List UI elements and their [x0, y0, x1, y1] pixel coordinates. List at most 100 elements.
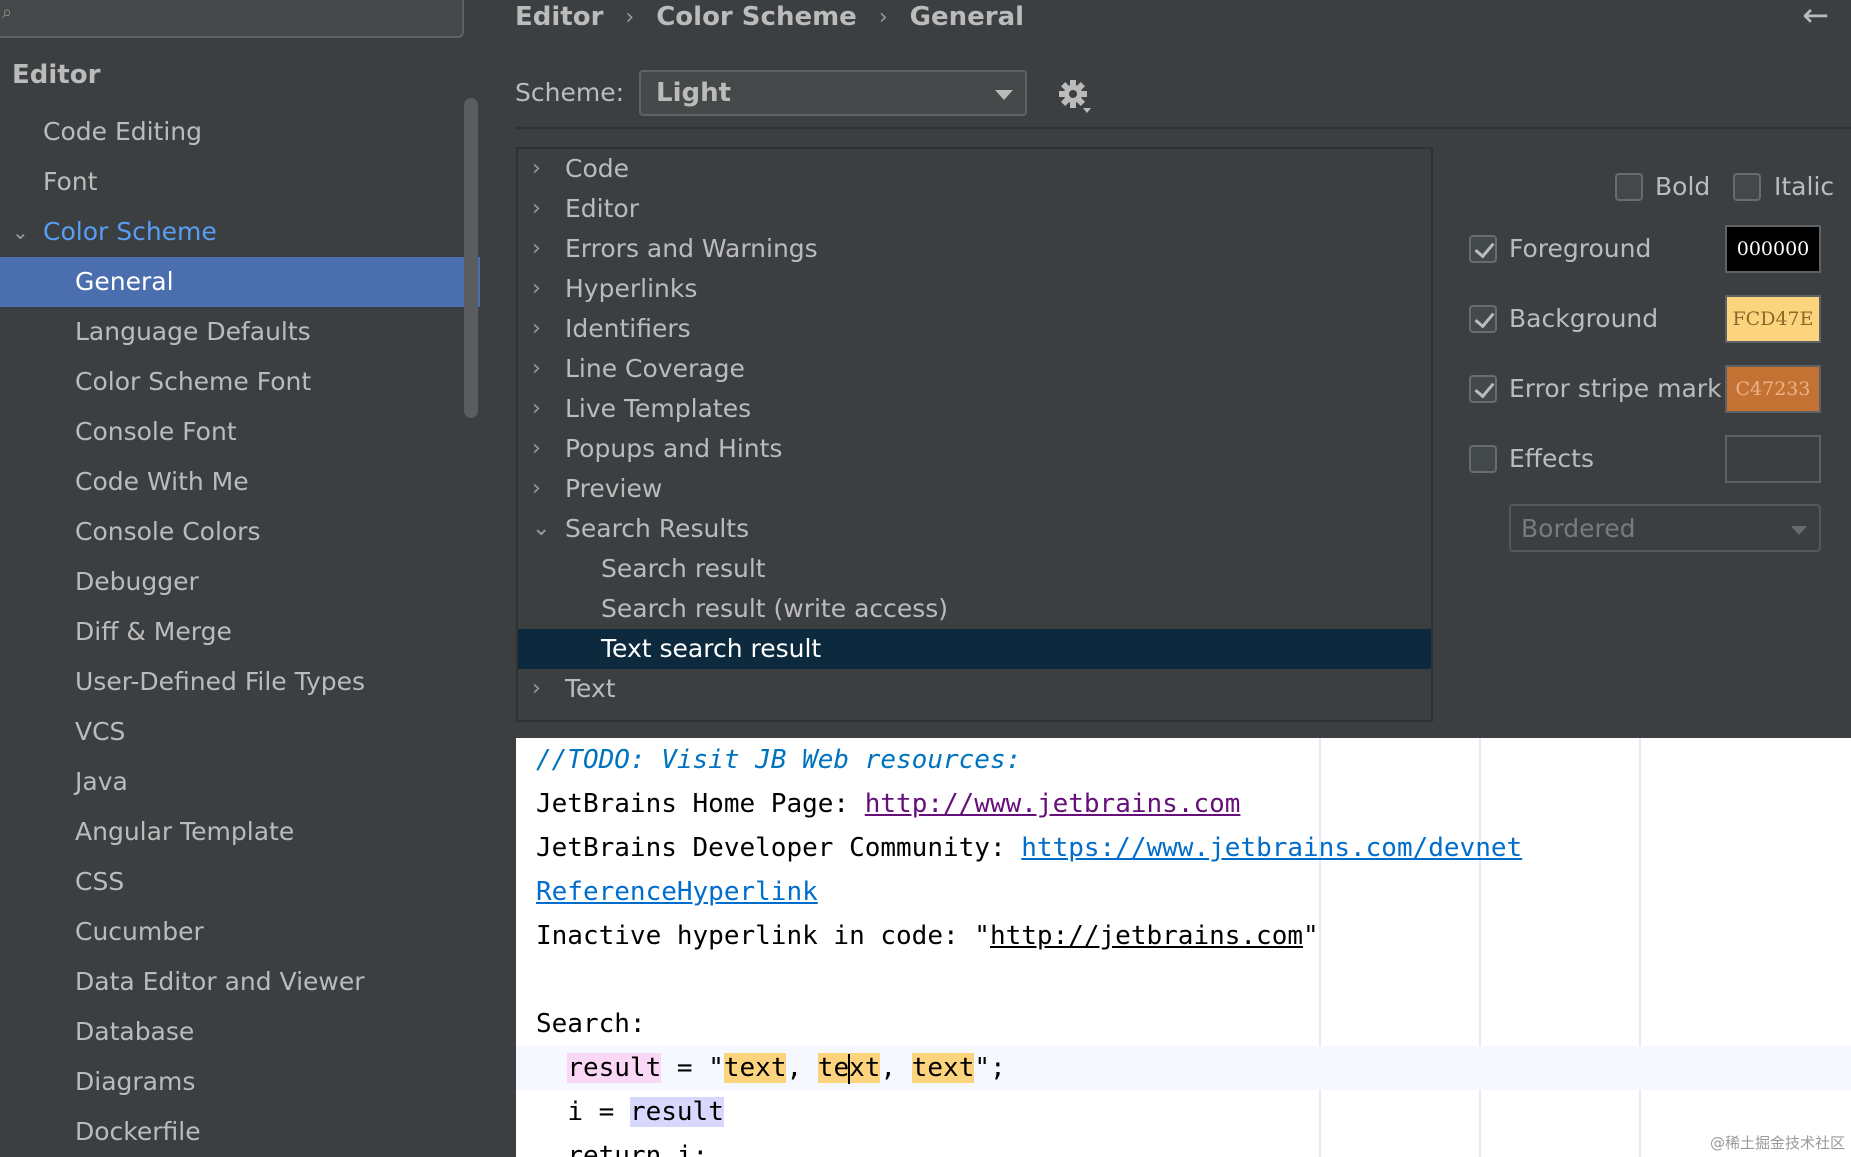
sidebar-item-color-scheme-font[interactable]: Color Scheme Font: [0, 357, 480, 407]
sidebar-item-general[interactable]: General: [0, 257, 480, 307]
preview-line: Search:: [536, 1009, 646, 1039]
search-result: result: [629, 1097, 724, 1127]
error-stripe-color-swatch[interactable]: C47233: [1725, 365, 1821, 413]
effects-color-swatch[interactable]: [1725, 435, 1821, 483]
sidebar-item-database[interactable]: Database: [0, 1007, 480, 1057]
dropdown-arrow-icon: [1791, 526, 1807, 535]
background-color-swatch[interactable]: FCD47E: [1725, 295, 1821, 343]
sidebar-item-color-scheme[interactable]: ⌄ Color Scheme: [0, 207, 480, 257]
effect-type-value: Bordered: [1521, 514, 1636, 543]
bold-label: Bold: [1655, 172, 1711, 201]
breadcrumb-color-scheme[interactable]: Color Scheme: [656, 2, 857, 32]
write-search-result: result: [567, 1053, 662, 1083]
preview-line: //TODO: Visit JB Web resources:: [516, 738, 1851, 782]
tree-item-code[interactable]: › Code: [518, 149, 1431, 189]
sidebar-item-diff-merge[interactable]: Diff & Merge: [0, 607, 480, 657]
tree-item-search-result-write[interactable]: Search result (write access): [518, 589, 1431, 629]
effects-checkbox[interactable]: [1469, 445, 1497, 473]
italic-label: Italic: [1774, 172, 1835, 201]
sidebar-item-font[interactable]: Font: [0, 157, 480, 207]
scheme-select-value: Light: [656, 78, 732, 108]
todo-comment: //TODO: Visit JB Web resources:: [536, 745, 1022, 775]
tree-item-preview[interactable]: › Preview: [518, 469, 1431, 509]
sidebar-item-debugger[interactable]: Debugger: [0, 557, 480, 607]
sidebar-item-code-editing[interactable]: Code Editing: [0, 107, 480, 157]
breadcrumb: Editor › Color Scheme › General: [515, 0, 1024, 34]
tree-item-identifiers[interactable]: › Identifiers: [518, 309, 1431, 349]
tree-item-hyperlinks[interactable]: › Hyperlinks: [518, 269, 1431, 309]
error-stripe-checkbox[interactable]: [1469, 375, 1497, 403]
tree-item-line-coverage[interactable]: › Line Coverage: [518, 349, 1431, 389]
scheme-select[interactable]: Light: [639, 70, 1027, 116]
tree-item-search-results[interactable]: ⌄ Search Results: [518, 509, 1431, 549]
chevron-down-icon[interactable]: ⌄: [12, 207, 29, 257]
chevron-right-icon[interactable]: ›: [532, 669, 541, 709]
preview-line: JetBrains Developer Community: https://w…: [536, 833, 1523, 863]
chevron-right-icon[interactable]: ›: [532, 349, 541, 389]
foreground-color-swatch[interactable]: 000000: [1725, 225, 1821, 273]
watermark: @稀土掘金技术社区: [1709, 1134, 1845, 1152]
preview-line: JetBrains Home Page: http://www.jetbrain…: [536, 789, 1241, 819]
sidebar-item-angular-template[interactable]: Angular Template: [0, 807, 480, 857]
sidebar-item-vcs[interactable]: VCS: [0, 707, 480, 757]
tree-item-popups-hints[interactable]: › Popups and Hints: [518, 429, 1431, 469]
chevron-right-icon[interactable]: ›: [532, 389, 541, 429]
foreground-checkbox[interactable]: [1469, 235, 1497, 263]
sidebar-item-console-font[interactable]: Console Font: [0, 407, 480, 457]
chevron-right-icon[interactable]: ›: [532, 269, 541, 309]
chevron-right-icon[interactable]: ›: [532, 469, 541, 509]
tree-item-live-templates[interactable]: › Live Templates: [518, 389, 1431, 429]
sidebar-item-code-with-me[interactable]: Code With Me: [0, 457, 480, 507]
search-icon: ⌕: [2, 2, 13, 23]
chevron-right-icon[interactable]: ›: [532, 189, 541, 229]
sidebar-item-console-colors[interactable]: Console Colors: [0, 507, 480, 557]
inactive-hyperlink: http://jetbrains.com: [989, 921, 1304, 951]
sidebar-item-user-defined-file-types[interactable]: User-Defined File Types: [0, 657, 480, 707]
chevron-right-icon: ›: [878, 4, 888, 30]
sidebar-item-dockerfile[interactable]: Dockerfile: [0, 1107, 480, 1157]
bold-checkbox[interactable]: [1615, 173, 1643, 201]
gear-icon[interactable]: [1055, 76, 1095, 116]
preview-editor[interactable]: //TODO: Visit JB Web resources: JetBrain…: [516, 738, 1851, 1157]
sidebar-item-label: Color Scheme: [43, 217, 217, 246]
sidebar-item-diagrams[interactable]: Diagrams: [0, 1057, 480, 1107]
settings-sidebar: ⌕ Editor Code Editing Font ⌄ Color Schem…: [0, 0, 480, 1157]
settings-search-input[interactable]: ⌕: [0, 0, 464, 38]
effect-type-select[interactable]: Bordered: [1509, 504, 1821, 552]
hyperlink[interactable]: https://www.jetbrains.com/devnet: [1021, 833, 1522, 863]
background-checkbox[interactable]: [1469, 305, 1497, 333]
chevron-right-icon[interactable]: ›: [532, 429, 541, 469]
italic-checkbox[interactable]: [1733, 173, 1761, 201]
tree-item-editor[interactable]: › Editor: [518, 189, 1431, 229]
sidebar-header[interactable]: Editor: [12, 60, 100, 90]
breadcrumb-editor[interactable]: Editor: [515, 2, 603, 32]
sidebar-item-language-defaults[interactable]: Language Defaults: [0, 307, 480, 357]
preview-line: i = result: [567, 1097, 724, 1127]
tree-item-search-result[interactable]: Search result: [518, 549, 1431, 589]
chevron-right-icon[interactable]: ›: [532, 149, 541, 189]
color-attributes-tree[interactable]: › Code › Editor › Errors and Warnings › Hype…: [516, 147, 1433, 722]
breadcrumb-general: General: [909, 2, 1025, 32]
preview-line: return i;: [567, 1141, 709, 1157]
tree-item-text-search-result[interactable]: Text search result: [518, 629, 1431, 669]
text-search-result: text: [911, 1053, 975, 1083]
tree-item-text[interactable]: › Text: [518, 669, 1431, 709]
chevron-right-icon[interactable]: ›: [532, 309, 541, 349]
sidebar-item-java[interactable]: Java: [0, 757, 480, 807]
back-arrow-icon[interactable]: ←: [1802, 0, 1829, 31]
preview-line: ReferenceHyperlink: [516, 870, 1851, 914]
preview-line-current: result = "text, text, text";: [516, 1046, 1851, 1090]
sidebar-item-css[interactable]: CSS: [0, 857, 480, 907]
visited-hyperlink[interactable]: http://www.jetbrains.com: [865, 789, 1241, 819]
background-label: Background: [1509, 304, 1659, 333]
settings-main-panel: Editor › Color Scheme › General ← Scheme…: [480, 0, 1851, 1157]
error-stripe-label: Error stripe mark: [1509, 374, 1722, 403]
dropdown-arrow-icon: [995, 90, 1013, 100]
sidebar-item-cucumber[interactable]: Cucumber: [0, 907, 480, 957]
reference-hyperlink[interactable]: ReferenceHyperlink: [536, 877, 818, 907]
chevron-right-icon[interactable]: ›: [532, 229, 541, 269]
tree-item-errors-warnings[interactable]: › Errors and Warnings: [518, 229, 1431, 269]
chevron-down-icon[interactable]: ⌄: [532, 509, 550, 549]
sidebar-scrollbar[interactable]: [464, 98, 478, 418]
sidebar-item-data-editor-viewer[interactable]: Data Editor and Viewer: [0, 957, 480, 1007]
